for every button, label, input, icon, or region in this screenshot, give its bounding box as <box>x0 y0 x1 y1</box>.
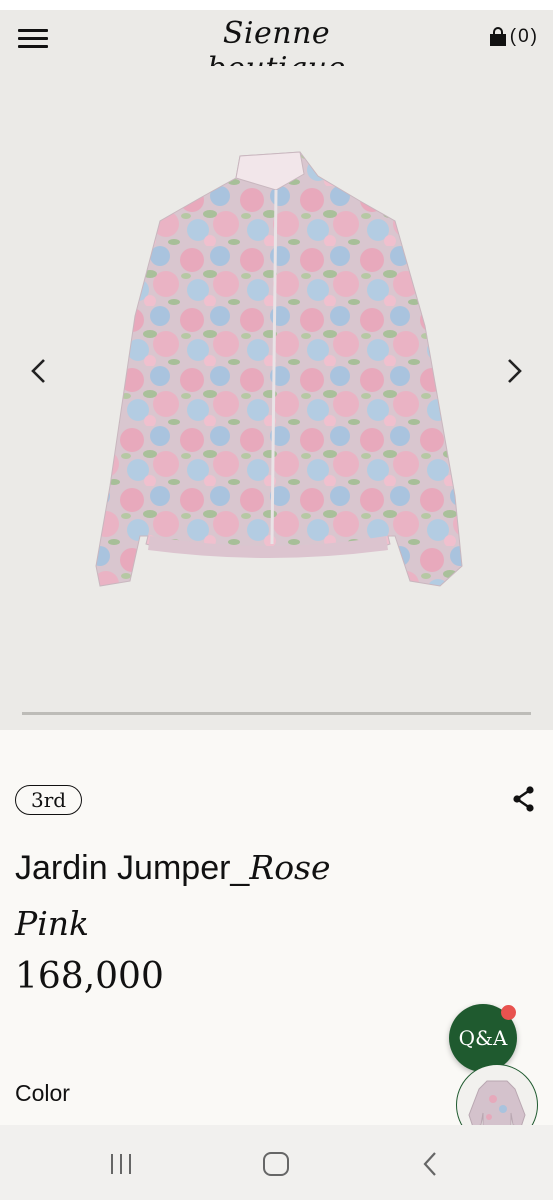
home-icon[interactable] <box>261 1150 291 1178</box>
shopping-bag-icon <box>489 27 506 46</box>
back-icon[interactable] <box>416 1150 446 1178</box>
status-strip <box>0 0 553 10</box>
cart-count: (0) <box>509 26 539 47</box>
product-title: Jardin Jumper_Rose Pink <box>15 840 395 952</box>
hamburger-menu-icon-bar <box>18 45 48 48</box>
product-image-gallery[interactable] <box>0 66 553 730</box>
product-info: 3rd Jardin Jumper_Rose Pink 168,000 Color… <box>0 730 553 1146</box>
color-label: Color <box>15 1080 70 1106</box>
menu-button[interactable] <box>16 27 50 49</box>
title-serif-pink: Pink <box>15 904 90 943</box>
recents-icon[interactable] <box>106 1150 136 1178</box>
cart-button[interactable]: (0) <box>488 26 539 48</box>
chevron-left-icon[interactable] <box>24 356 54 386</box>
product-price: 168,000 <box>15 956 164 997</box>
title-serif-rose: Rose <box>249 848 331 887</box>
notification-dot <box>501 1005 516 1020</box>
floral-jacket-image <box>95 151 463 587</box>
share-icon[interactable] <box>512 786 536 812</box>
chevron-right-icon[interactable] <box>499 356 529 386</box>
hamburger-menu-icon-bar <box>18 37 48 40</box>
edition-badge: 3rd <box>15 785 83 815</box>
hamburger-menu-icon <box>18 29 48 32</box>
system-navigation-bar <box>0 1125 553 1200</box>
gallery-progress-bar <box>22 712 531 715</box>
title-sans: Jardin Jumper_ <box>15 849 250 887</box>
app-header: Sienne boutique (0) <box>0 10 553 86</box>
